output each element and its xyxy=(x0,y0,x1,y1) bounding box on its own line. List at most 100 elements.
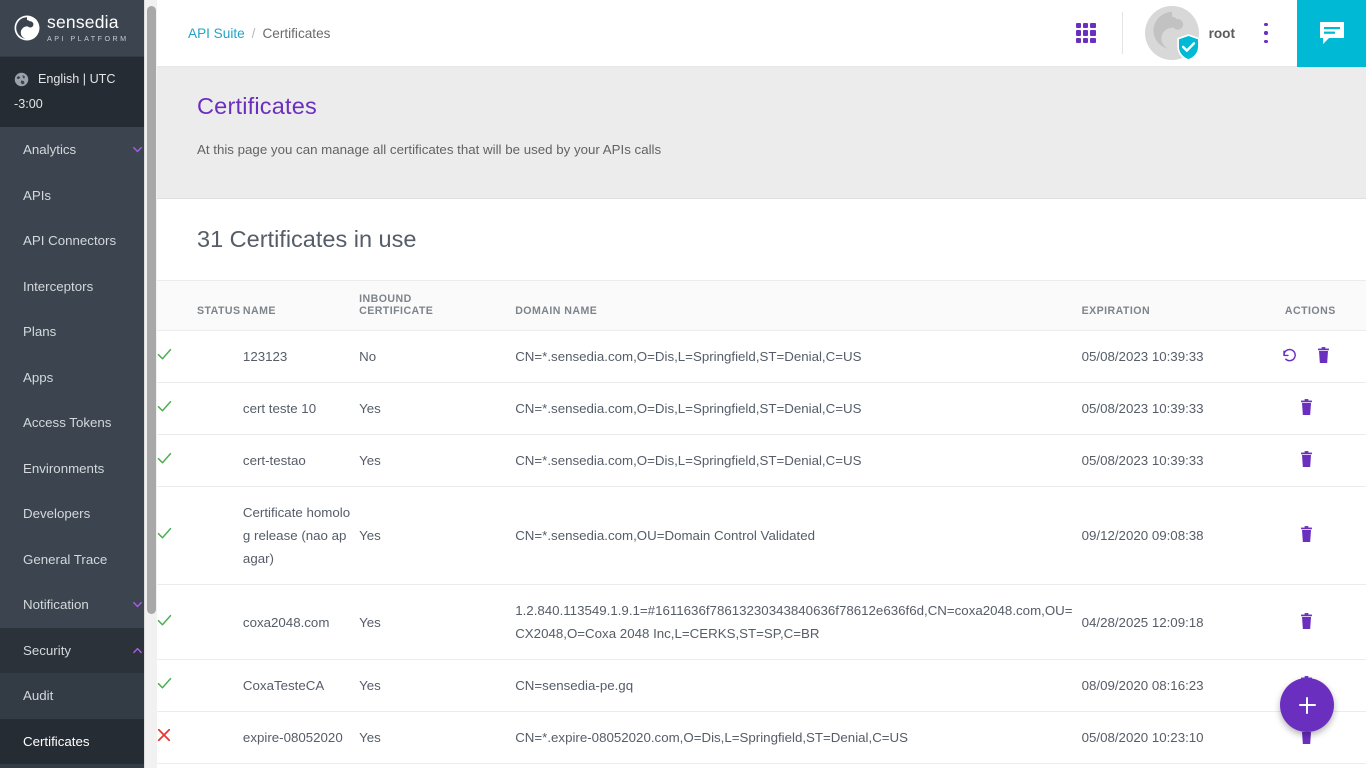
table-row[interactable]: Certificate homolog release (nao apagar)… xyxy=(157,487,1366,585)
cell-expiration: 05/08/2023 10:39:33 xyxy=(1082,331,1255,383)
cell-expiration: 05/08/2020 10:23:10 xyxy=(1082,712,1255,764)
sidebar-item-audit[interactable]: Audit xyxy=(0,673,157,719)
table-row[interactable]: 123123 No CN=*.sensedia.com,O=Dis,L=Spri… xyxy=(157,331,1366,383)
table-row[interactable]: CoxaTesteCA Yes CN=sensedia-pe.gq 08/09/… xyxy=(157,660,1366,712)
table-header-row: STATUS NAME INBOUND CERTIFICATE DOMAIN N… xyxy=(157,281,1366,331)
breadcrumb-link-api-suite[interactable]: API Suite xyxy=(188,26,245,41)
table-row[interactable]: coxa2048.com Yes 1.2.840.113549.1.9.1=#1… xyxy=(157,585,1366,660)
sidebar-item-access-tokens[interactable]: Access Tokens xyxy=(0,400,157,446)
column-header-inbound-line2: CERTIFICATE xyxy=(359,305,515,317)
breadcrumb-separator: / xyxy=(252,26,256,41)
chat-bubble-icon[interactable] xyxy=(1297,0,1366,67)
username-label: root xyxy=(1209,26,1235,41)
x-icon xyxy=(157,726,171,749)
cell-inbound: Yes xyxy=(359,585,515,660)
cell-domain: 1.2.840.113549.1.9.1=#1611636f7861323034… xyxy=(515,585,1081,660)
delete-icon[interactable] xyxy=(1292,399,1321,419)
sidebar-item-label: Interceptors xyxy=(23,279,93,294)
more-vertical-icon[interactable] xyxy=(1257,23,1275,43)
sidebar-item-label: Certificates xyxy=(23,734,90,749)
column-header-domain-name: DOMAIN NAME xyxy=(515,281,1081,331)
column-header-expiration: EXPIRATION xyxy=(1082,281,1255,331)
check-icon xyxy=(157,524,172,547)
sidebar-item-api-connectors[interactable]: API Connectors xyxy=(0,218,157,264)
cell-domain: CN=*.sensedia.com,O=Dis,L=Springfield,ST… xyxy=(515,383,1081,435)
cell-domain: CN=*.sensedia.com,O=Dis,L=Springfield,ST… xyxy=(515,435,1081,487)
column-header-inbound-line1: INBOUND xyxy=(359,293,515,305)
cell-domain: CN=*.sensedia.com,OU=Domain Control Vali… xyxy=(515,487,1081,585)
restore-icon[interactable] xyxy=(1274,347,1305,367)
sensedia-swirl-logo-icon xyxy=(14,15,40,41)
cell-status xyxy=(157,383,243,435)
add-certificate-button[interactable] xyxy=(1280,678,1334,732)
delete-icon[interactable] xyxy=(1292,613,1321,633)
cell-status xyxy=(157,585,243,660)
chevron-up-icon xyxy=(132,645,143,656)
grid-apps-icon[interactable] xyxy=(1076,23,1096,43)
sidebar-item-environments[interactable]: Environments xyxy=(0,446,157,492)
top-bar-actions: root xyxy=(1076,0,1366,67)
brand-header[interactable]: sensedia API PLATFORM xyxy=(0,0,157,57)
sidebar-item-label: Environments xyxy=(23,461,104,476)
cell-status xyxy=(157,331,243,383)
sidebar-item-interceptors[interactable]: Interceptors xyxy=(0,264,157,310)
top-bar: API Suite / Certificates xyxy=(157,0,1366,67)
page-header: Certificates At this page you can manage… xyxy=(157,67,1366,199)
sidebar-item-plans[interactable]: Plans xyxy=(0,309,157,355)
cell-actions xyxy=(1255,487,1366,585)
check-icon xyxy=(157,449,172,472)
sidebar-item-label: Apps xyxy=(23,370,53,385)
sidebar-item-apps[interactable]: Apps xyxy=(0,355,157,401)
sidebar-scrollbar-thumb[interactable] xyxy=(147,6,156,614)
delete-icon[interactable] xyxy=(1292,526,1321,546)
table-row[interactable]: cert-testao Yes CN=*.sensedia.com,O=Dis,… xyxy=(157,435,1366,487)
cell-name: cert teste 10 xyxy=(243,383,359,435)
cell-domain: CN=*.expire-08052020.com,O=Dis,L=Springf… xyxy=(515,712,1081,764)
sidebar-item-label: Security xyxy=(23,643,71,658)
cell-expiration: 09/12/2020 09:08:38 xyxy=(1082,487,1255,585)
sidebar-item-label: Analytics xyxy=(23,142,76,157)
cell-expiration: 05/08/2023 10:39:33 xyxy=(1082,383,1255,435)
avatar[interactable] xyxy=(1145,6,1199,60)
sidebar-item-certificates[interactable]: Certificates xyxy=(0,719,157,765)
cell-domain: CN=*.sensedia.com,O=Dis,L=Springfield,ST… xyxy=(515,331,1081,383)
cell-status xyxy=(157,712,243,764)
main-content: API Suite / Certificates xyxy=(157,0,1366,768)
sidebar-item-general-trace[interactable]: General Trace xyxy=(0,537,157,583)
sidebar-item-security[interactable]: Security xyxy=(0,628,157,674)
cell-inbound: Yes xyxy=(359,660,515,712)
sidebar-scrollbar[interactable] xyxy=(144,0,157,768)
sidebar-item-developers[interactable]: Developers xyxy=(0,491,157,537)
sidebar-item-apis[interactable]: APIs xyxy=(0,173,157,219)
sidebar-item-label: API Connectors xyxy=(23,233,116,248)
sidebar-item-users[interactable]: Users xyxy=(0,764,157,768)
language-timezone-selector[interactable]: English | UTC -3:00 xyxy=(0,57,157,127)
column-header-status: STATUS xyxy=(157,281,243,331)
cell-name: cert-testao xyxy=(243,435,359,487)
sidebar-item-label: Plans xyxy=(23,324,56,339)
language-timezone-label: English | UTC -3:00 xyxy=(14,72,115,111)
cell-inbound: Yes xyxy=(359,435,515,487)
cell-expiration: 05/08/2023 10:39:33 xyxy=(1082,435,1255,487)
delete-icon[interactable] xyxy=(1309,347,1338,367)
column-header-actions: ACTIONS xyxy=(1255,281,1366,331)
cell-name: coxa2048.com xyxy=(243,585,359,660)
sidebar-item-label: Developers xyxy=(23,506,90,521)
table-row[interactable]: expire-08052020 Yes CN=*.expire-08052020… xyxy=(157,712,1366,764)
sidebar-item-notification[interactable]: Notification xyxy=(0,582,157,628)
certificates-count-heading: 31 Certificates in use xyxy=(157,199,1366,280)
delete-icon[interactable] xyxy=(1292,451,1321,471)
cell-inbound: Yes xyxy=(359,712,515,764)
page-description: At this page you can manage all certific… xyxy=(197,142,1366,157)
cell-name: Certificate homolog release (nao apagar) xyxy=(243,487,359,585)
breadcrumb: API Suite / Certificates xyxy=(157,26,330,41)
cell-status xyxy=(157,487,243,585)
cell-inbound: Yes xyxy=(359,383,515,435)
cell-inbound: No xyxy=(359,331,515,383)
sidebar-item-analytics[interactable]: Analytics xyxy=(0,127,157,173)
app-root: sensedia API PLATFORM English | UTC -3:0… xyxy=(0,0,1366,768)
sidebar-item-label: Access Tokens xyxy=(23,415,111,430)
table-row[interactable]: cert teste 10 Yes CN=*.sensedia.com,O=Di… xyxy=(157,383,1366,435)
shield-check-icon xyxy=(1176,34,1201,61)
cell-status xyxy=(157,435,243,487)
